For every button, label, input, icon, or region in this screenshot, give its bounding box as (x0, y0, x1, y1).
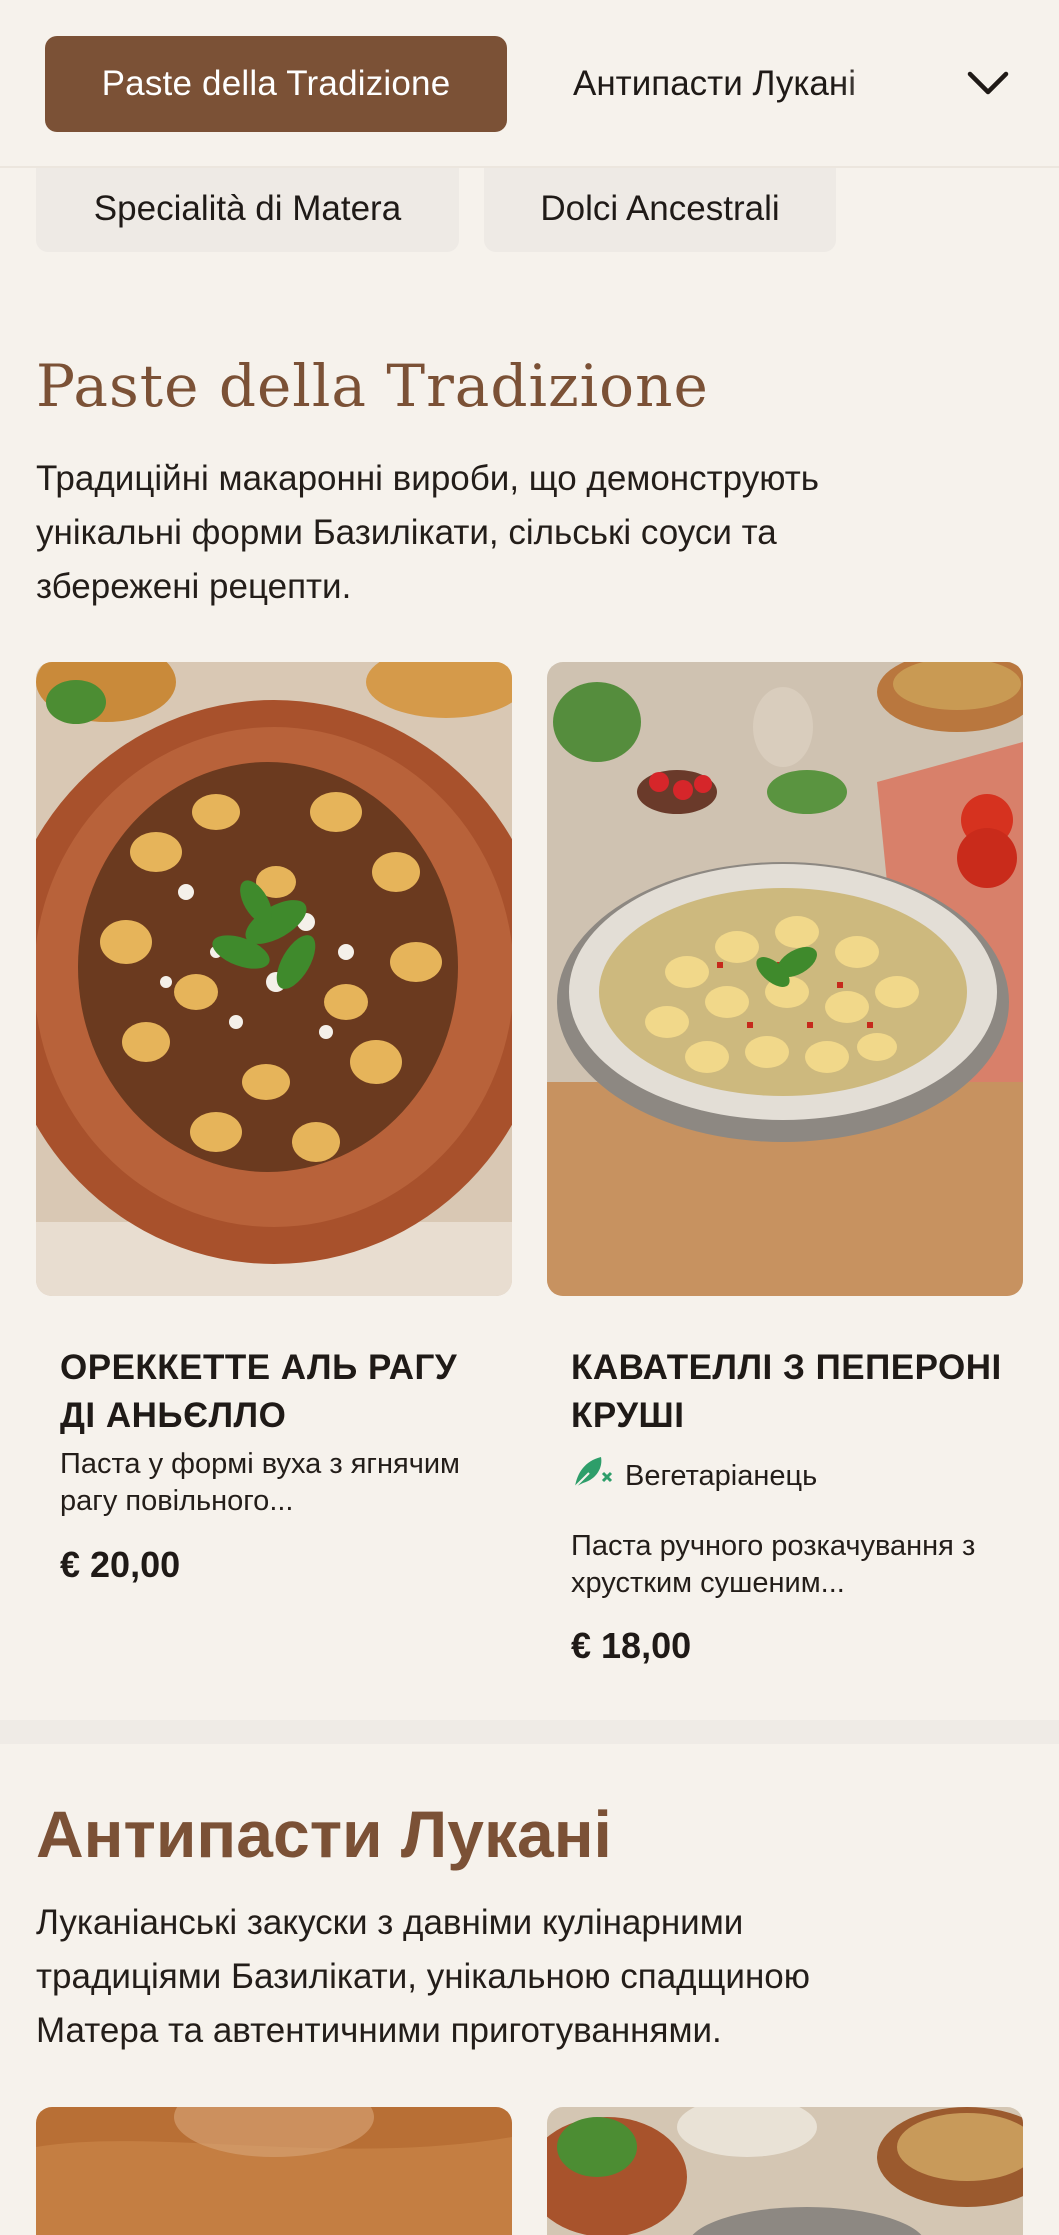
tab-scroll-fade (840, 36, 950, 132)
section-description: Луканіанські закуски з давніми кулінарни… (36, 1903, 810, 2050)
section-divider (0, 1720, 1059, 1744)
dish-title[interactable]: ОРЕККЕТТЕ АЛЬ РАГУ ДІ АНЬЄЛЛО (60, 1344, 500, 1440)
vegetarian-label: Вегетаріанець (625, 1459, 818, 1492)
section-title: Paste della Tradizione (36, 352, 709, 420)
dish-price: € 18,00 (571, 1625, 692, 1666)
category-nav: Paste della Tradizione Антипасти Лукані (0, 0, 1059, 168)
dish-description: Паста ручного розкачування з хрустким су… (571, 1530, 976, 1599)
tab-paste-della-tradizione[interactable]: Paste della Tradizione (45, 36, 507, 132)
dish-image-cavatelli[interactable] (547, 662, 1023, 1296)
section-title: Антипасти Лукані (36, 1797, 612, 1871)
chevron-down-icon[interactable] (960, 60, 1016, 108)
dish-image[interactable] (36, 2107, 512, 2235)
section-description: Традиційні макаронні вироби, що демонстр… (36, 459, 819, 606)
vegetarian-badge: Вегетаріанець (571, 1456, 817, 1496)
dish-image[interactable] (547, 2107, 1023, 2235)
dish-description: Паста у формі вуха з ягнячим рагу повіль… (60, 1448, 460, 1517)
leaf-icon (571, 1453, 613, 1499)
tab-specialita-di-matera[interactable]: Specialità di Matera (36, 166, 459, 252)
dish-image-orecchiette[interactable] (36, 662, 512, 1296)
dish-price: € 20,00 (60, 1544, 181, 1585)
dish-title[interactable]: КАВАТЕЛЛІ З ПЕПЕРОНІ КРУШІ (571, 1344, 1011, 1440)
tab-dolci-ancestrali[interactable]: Dolci Ancestrali (484, 166, 836, 252)
